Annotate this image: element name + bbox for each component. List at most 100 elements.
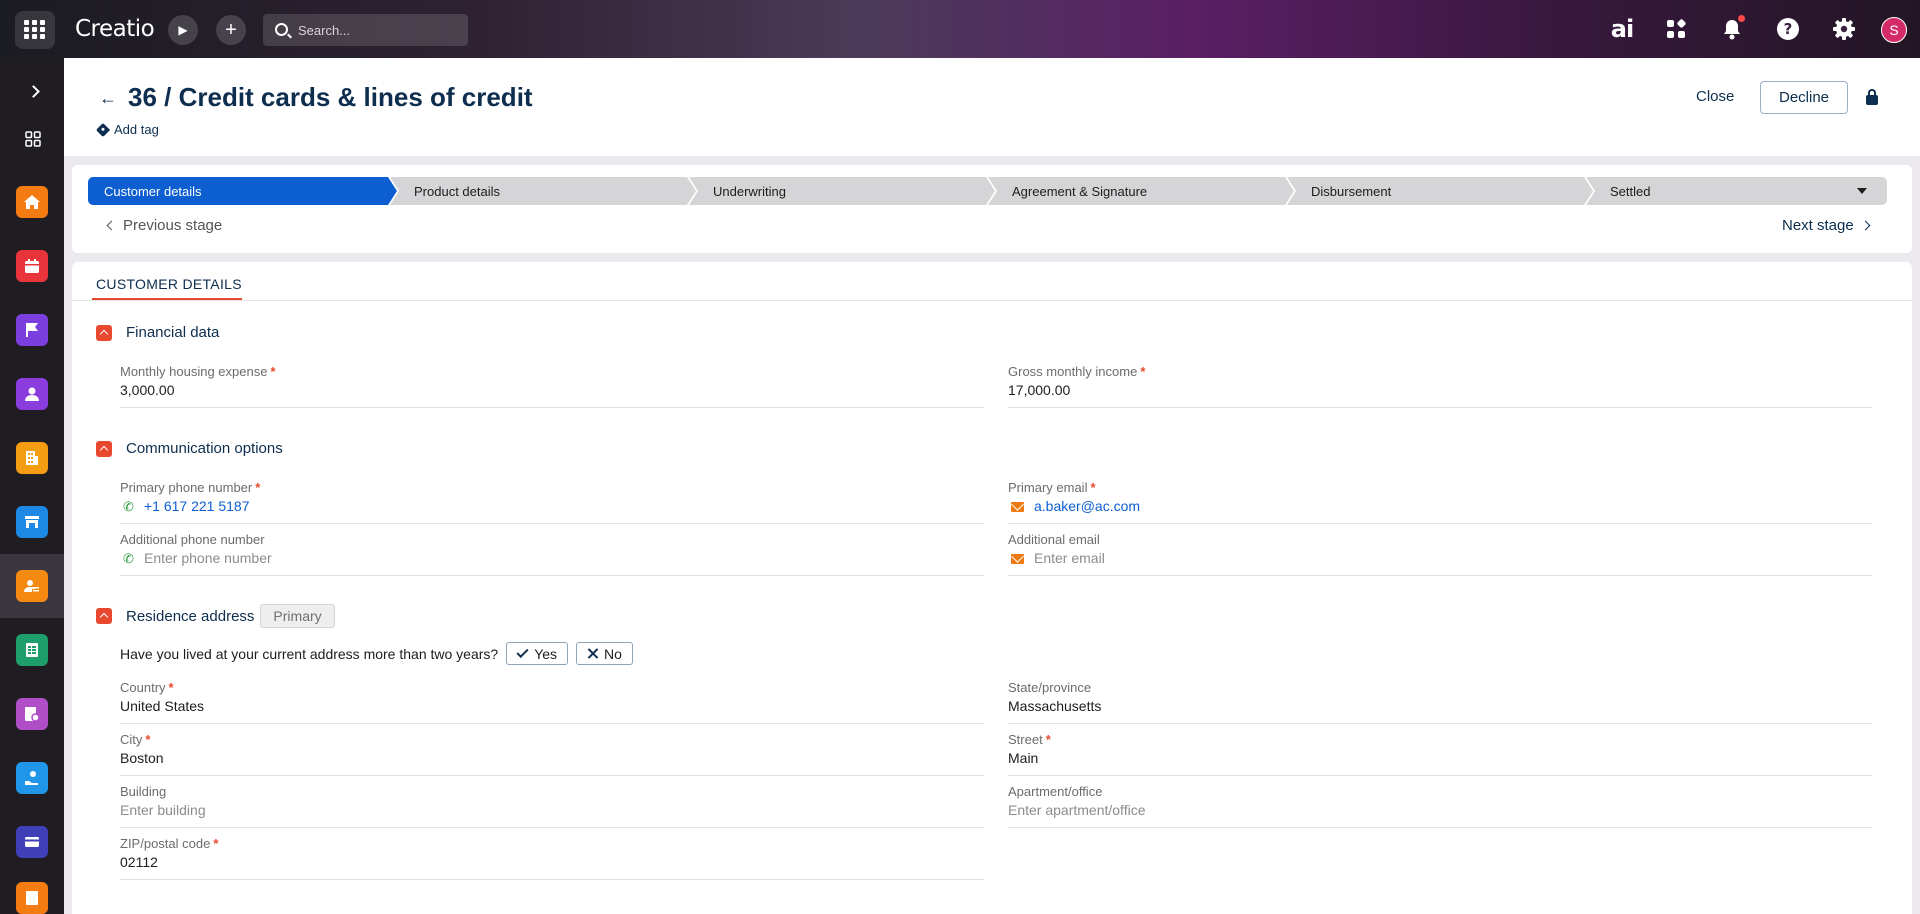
sidebar-item-branches[interactable]	[0, 490, 64, 554]
section-financial-data[interactable]: Financial data	[96, 324, 219, 341]
chevron-up-icon[interactable]	[96, 608, 112, 624]
sidebar-item-calendar[interactable]	[0, 234, 64, 298]
street-field[interactable]: Street * Main	[1008, 732, 1872, 776]
field-value[interactable]: +1 617 221 5187	[144, 498, 250, 514]
ai-icon: ai	[1610, 15, 1634, 43]
sidebar-item-more[interactable]	[0, 874, 64, 914]
next-stage-label: Next stage	[1782, 217, 1854, 234]
field-label: Primary phone number *	[120, 480, 261, 495]
field-label: Additional email	[1008, 532, 1100, 547]
chevron-down-icon[interactable]	[1857, 188, 1867, 194]
credit-card-icon	[16, 826, 48, 858]
field-value: United States	[120, 698, 205, 714]
field-label: Monthly housing expense *	[120, 364, 276, 379]
tab-divider	[72, 300, 1912, 301]
stage-customer-details[interactable]: Customer details	[88, 177, 397, 205]
additional-phone-field[interactable]: Additional phone number ✆ Enter phone nu…	[120, 532, 984, 576]
section-communication-options[interactable]: Communication options	[96, 440, 283, 457]
calendar-icon	[16, 250, 48, 282]
primary-phone-field[interactable]: Primary phone number * ✆ +1 617 221 5187	[120, 480, 984, 524]
question-text: Have you lived at your current address m…	[120, 645, 499, 662]
ai-assistant-button[interactable]: ai	[1607, 15, 1637, 43]
notifications-button[interactable]	[1719, 15, 1745, 42]
country-field[interactable]: Country * United States	[120, 680, 984, 724]
field-value: Boston	[120, 750, 164, 766]
sidebar-item-applications[interactable]	[0, 554, 64, 618]
run-process-button[interactable]: ▶	[168, 15, 198, 45]
app-launcher-icon[interactable]	[15, 11, 55, 49]
sidebar-item-home[interactable]	[0, 170, 64, 234]
help-icon: ?	[1777, 18, 1799, 40]
gross-monthly-income-field[interactable]: Gross monthly income * 17,000.00	[1008, 364, 1872, 408]
global-search[interactable]	[263, 14, 468, 46]
settings-button[interactable]	[1831, 16, 1857, 42]
building-icon	[16, 442, 48, 474]
sidebar-item-campaigns[interactable]	[0, 298, 64, 362]
field-label: ZIP/postal code *	[120, 836, 219, 851]
sidebar-item-documents[interactable]	[0, 618, 64, 682]
creatio-logo[interactable]: Creatio	[75, 16, 155, 42]
back-arrow-icon[interactable]: ←	[96, 86, 120, 110]
section-residence-address[interactable]: Residence address Primary	[96, 604, 335, 628]
page-title: 36 / Credit cards & lines of credit	[128, 82, 533, 112]
form-card: CUSTOMER DETAILS Financial data Monthly …	[72, 262, 1912, 914]
stage-panel: Customer details Product details Underwr…	[72, 165, 1912, 253]
bank-icon	[16, 506, 48, 538]
sidebar-item-accounts[interactable]	[0, 426, 64, 490]
phone-icon: ✆	[123, 499, 134, 514]
decline-button[interactable]: Decline	[1760, 81, 1848, 114]
additional-email-field[interactable]: Additional email Enter email	[1008, 532, 1872, 576]
previous-stage-button[interactable]: Previous stage	[106, 217, 222, 234]
stage-settled[interactable]: Settled	[1586, 177, 1887, 205]
primary-badge: Primary	[260, 604, 335, 628]
field-value: 3,000.00	[120, 382, 175, 398]
plus-icon: +	[225, 19, 237, 41]
next-stage-button[interactable]: Next stage	[1782, 217, 1871, 234]
customer-card-icon	[16, 570, 48, 602]
sidebar-item-loans[interactable]	[0, 746, 64, 810]
hand-money-icon	[16, 762, 48, 794]
section-title: Communication options	[126, 440, 283, 457]
stage-underwriting[interactable]: Underwriting	[689, 177, 995, 205]
user-avatar[interactable]: S	[1881, 17, 1907, 43]
sidebar-item-cards[interactable]	[0, 810, 64, 874]
sidebar-item-reports[interactable]	[0, 682, 64, 746]
add-new-button[interactable]: +	[216, 15, 246, 45]
play-icon: ▶	[178, 23, 188, 37]
field-value[interactable]: a.baker@ac.com	[1034, 498, 1140, 514]
mail-icon	[1011, 502, 1024, 512]
stage-product-details[interactable]: Product details	[390, 177, 696, 205]
tab-active-indicator	[92, 298, 242, 300]
expand-sidebar-button[interactable]	[20, 78, 46, 104]
apartment-office-field[interactable]: Apartment/office Enter apartment/office	[1008, 784, 1872, 828]
tab-customer-details[interactable]: CUSTOMER DETAILS	[96, 276, 242, 308]
check-icon	[516, 645, 529, 658]
apps-icon[interactable]	[1663, 16, 1689, 42]
state-province-field[interactable]: State/province Massachusetts	[1008, 680, 1872, 724]
yes-button[interactable]: Yes	[506, 642, 569, 665]
sheet-icon	[16, 634, 48, 666]
sidebar	[0, 58, 64, 914]
building-field[interactable]: Building Enter building	[120, 784, 984, 828]
search-input[interactable]	[298, 21, 458, 39]
zip-postal-code-field[interactable]: ZIP/postal code * 02112	[120, 836, 984, 880]
help-button[interactable]: ?	[1775, 16, 1801, 42]
sidebar-item-contacts[interactable]	[0, 362, 64, 426]
primary-email-field[interactable]: Primary email * a.baker@ac.com	[1008, 480, 1872, 524]
close-button[interactable]: Close	[1696, 88, 1734, 105]
notification-dot	[1738, 15, 1745, 22]
stage-disbursement[interactable]: Disbursement	[1287, 177, 1593, 205]
field-label: Apartment/office	[1008, 784, 1103, 799]
city-field[interactable]: City * Boston	[120, 732, 984, 776]
lock-icon[interactable]	[1864, 88, 1880, 106]
chevron-up-icon[interactable]	[96, 324, 112, 341]
no-button[interactable]: No	[576, 642, 633, 665]
field-label: State/province	[1008, 680, 1092, 695]
chevron-up-icon[interactable]	[96, 440, 112, 457]
add-tag-button[interactable]: Add tag	[95, 122, 159, 137]
stage-agreement-signature[interactable]: Agreement & Signature	[988, 177, 1294, 205]
monthly-housing-expense-field[interactable]: Monthly housing expense * 3,000.00	[120, 364, 984, 408]
page-header: ← 36 / Credit cards & lines of credit Ad…	[64, 58, 1920, 156]
field-label: Gross monthly income *	[1008, 364, 1146, 379]
workplace-icon[interactable]	[20, 126, 46, 152]
